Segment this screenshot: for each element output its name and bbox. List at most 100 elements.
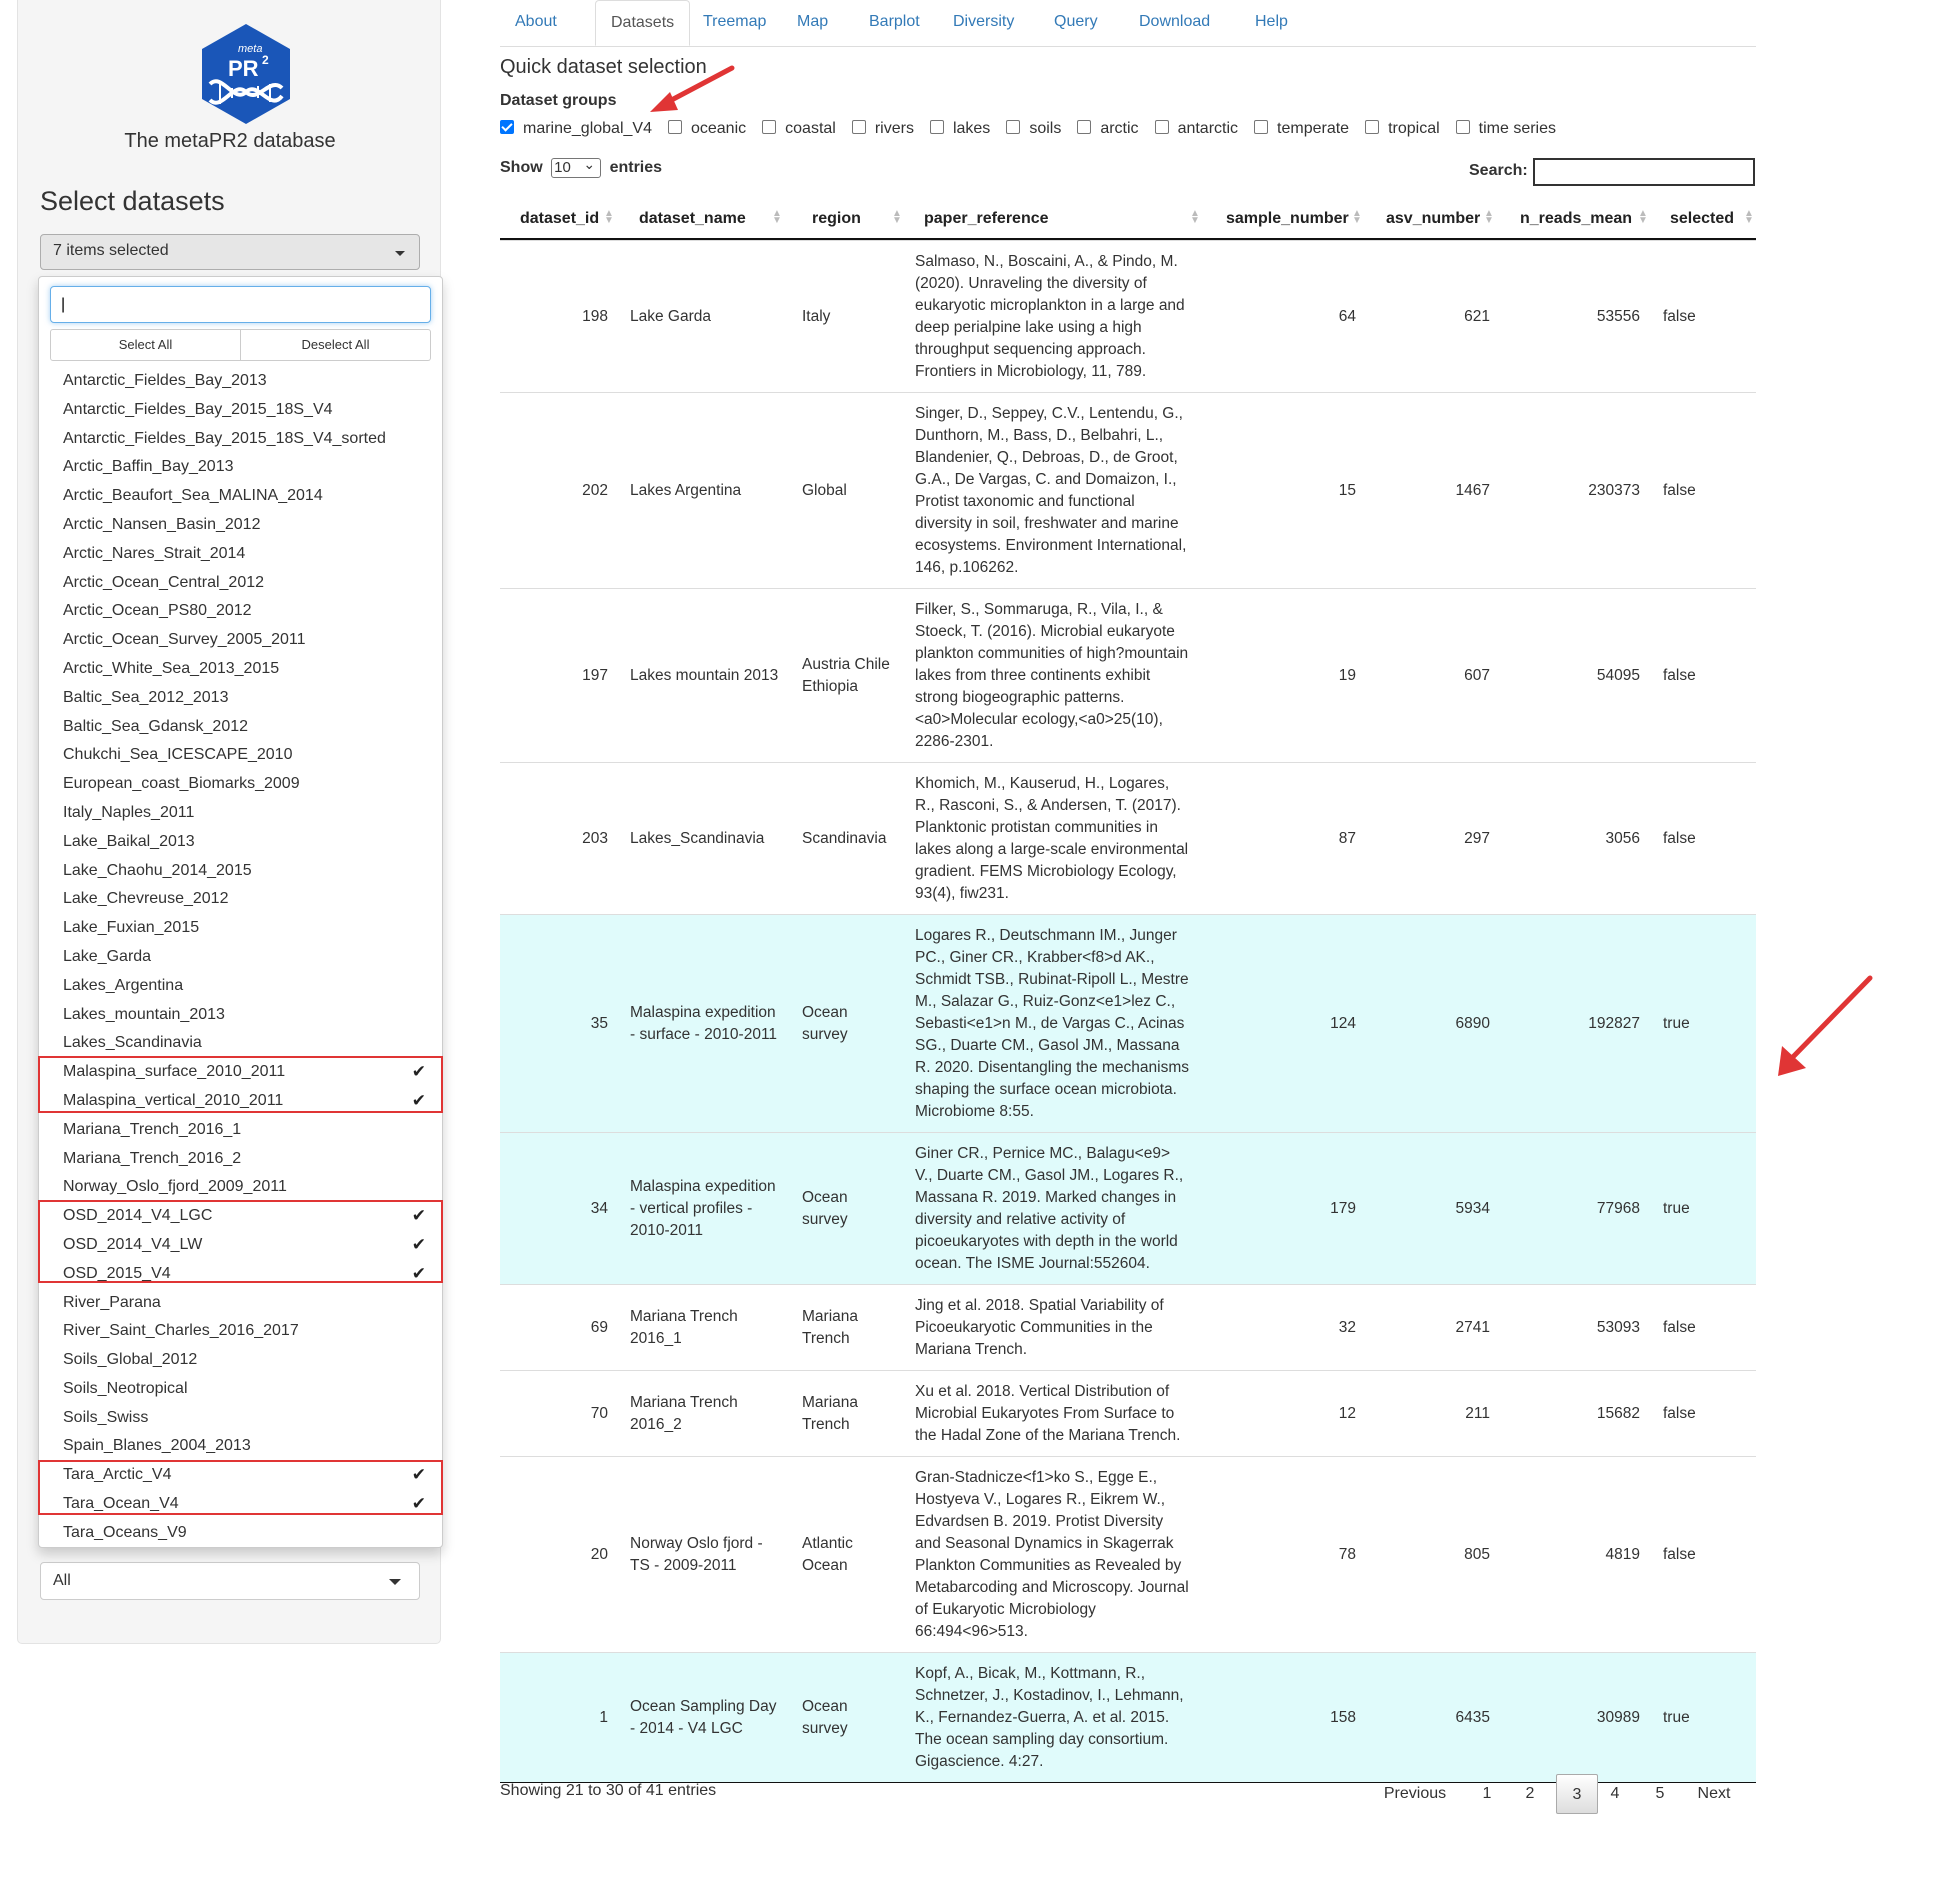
tab-about[interactable]: About [500,0,572,46]
group-checkbox-item[interactable]: lakes [929,119,990,138]
checkbox[interactable] [762,119,777,134]
dropdown-option[interactable]: Antarctic_Fieldes_Bay_2013 [39,367,442,396]
pagination-1[interactable]: 1 [1472,1774,1502,1814]
checkbox[interactable] [1154,119,1169,134]
tab-query[interactable]: Query [1039,0,1113,46]
dropdown-option[interactable]: Arctic_Beaufort_Sea_MALINA_2014 [39,482,442,511]
dropdown-option[interactable]: Lake_Fuxian_2015 [39,914,442,943]
table-row[interactable]: 69 Mariana Trench 2016_1 Mariana Trench Jing … [500,1284,1756,1370]
dropdown-option[interactable]: Lakes_Scandinavia [39,1029,442,1058]
pagination-2[interactable]: 2 [1515,1774,1545,1814]
column-header-selected[interactable]: selected [1670,198,1734,238]
dropdown-option[interactable]: Tara_Oceans_V9 [39,1519,442,1547]
pagination-4[interactable]: 4 [1600,1774,1630,1814]
dropdown-search-input[interactable] [50,286,431,323]
column-header-paper-reference[interactable]: paper_reference [924,198,1049,238]
group-checkbox-item[interactable]: antarctic [1154,119,1238,138]
dropdown-option[interactable]: Arctic_Ocean_Survey_2005_2011 [39,626,442,655]
dropdown-option[interactable]: Lakes_mountain_2013 [39,1001,442,1030]
dropdown-option[interactable]: Mariana_Trench_2016_1 [39,1116,442,1145]
dropdown-option[interactable]: River_Parana [39,1289,442,1318]
dropdown-option[interactable]: Antarctic_Fieldes_Bay_2015_18S_V4 [39,396,442,425]
dropdown-option[interactable]: Antarctic_Fieldes_Bay_2015_18S_V4_sorted [39,425,442,454]
dropdown-option[interactable]: Lake_Chaohu_2014_2015 [39,857,442,886]
checkbox[interactable] [1455,119,1470,134]
table-row[interactable]: 202 Lakes Argentina Global Singer, D., Sepp… [500,392,1756,588]
group-checkbox-item[interactable]: soils [1006,119,1061,138]
tab-download[interactable]: Download [1124,0,1225,46]
dropdown-option[interactable]: Soils_Global_2012 [39,1346,442,1375]
cell-dataset-name: Norway Oslo fjord - TS - 2009-2011 [630,1533,800,1577]
table-row[interactable]: 70 Mariana Trench 2016_2 Mariana Trench Xu et… [500,1370,1756,1456]
pagination-5[interactable]: 5 [1645,1774,1675,1814]
tab-treemap[interactable]: Treemap [688,0,781,46]
dropdown-option[interactable]: Arctic_Nansen_Basin_2012 [39,511,442,540]
tab-datasets[interactable]: Datasets [595,0,691,46]
group-checkbox-item[interactable]: time series [1455,119,1556,138]
checkbox[interactable] [500,119,514,134]
checkbox[interactable] [929,119,944,134]
dropdown-option[interactable]: Lake_Baikal_2013 [39,828,442,857]
column-header-n-reads-mean[interactable]: n_reads_mean [1520,198,1632,238]
group-checkbox-item[interactable]: temperate [1254,119,1349,138]
column-header-region[interactable]: region [812,198,861,238]
tab-diversity[interactable]: Diversity [938,0,1029,46]
dropdown-option[interactable]: Arctic_Ocean_Central_2012 [39,569,442,598]
dropdown-option[interactable]: Mariana_Trench_2016_2 [39,1145,442,1174]
deselect-all-button[interactable]: Deselect All [241,329,431,361]
table-row[interactable]: 1 Ocean Sampling Day - 2014 - V4 LGC Ocean s… [500,1652,1756,1782]
dropdown-option[interactable]: Lakes_Argentina [39,972,442,1001]
group-checkbox-item[interactable]: oceanic [667,119,746,138]
table-row[interactable]: 20 Norway Oslo fjord - TS - 2009-2011 Atlan… [500,1456,1756,1652]
tab-barplot[interactable]: Barplot [854,0,935,46]
group-checkbox-item[interactable]: tropical [1365,119,1440,138]
table-row[interactable]: 203 Lakes_Scandinavia Scandinavia Khomich, … [500,762,1756,914]
table-row[interactable]: 198 Lake Garda Italy Salmaso, N., Boscaini,… [500,240,1756,392]
group-checkbox-item[interactable]: arctic [1077,119,1139,138]
tab-map[interactable]: Map [782,0,843,46]
dropdown-option[interactable]: Baltic_Sea_2012_2013 [39,684,442,713]
group-checkbox-item[interactable]: coastal [762,119,836,138]
checkbox[interactable] [1006,119,1021,134]
dropdown-option[interactable]: Arctic_Nares_Strait_2014 [39,540,442,569]
checkbox[interactable] [1254,119,1269,134]
table-row[interactable]: 35 Malaspina expedition - surface - 2010-2… [500,914,1756,1132]
dropdown-option[interactable]: Lake_Chevreuse_2012 [39,885,442,914]
cell-paper-reference-line: lakes from three continents exhibit [915,667,1151,684]
dropdown-option[interactable]: Lake_Garda [39,943,442,972]
dropdown-option[interactable]: Soils_Neotropical [39,1375,442,1404]
checkbox[interactable] [851,119,866,134]
column-header-dataset-id[interactable]: dataset_id [520,198,599,238]
species-select[interactable]: All [40,1562,420,1600]
tab-help[interactable]: Help [1240,0,1303,46]
dropdown-option[interactable]: Baltic_Sea_Gdansk_2012 [39,713,442,742]
dropdown-option[interactable]: European_coast_Biomarks_2009 [39,770,442,799]
group-checkbox-item[interactable]: rivers [851,119,914,138]
dropdown-option[interactable]: Arctic_Baffin_Bay_2013 [39,453,442,482]
group-checkbox-item[interactable]: marine_global_V4 [500,119,652,138]
pagination-next[interactable]: Next [1686,1774,1742,1814]
checkbox[interactable] [1077,119,1092,134]
pagination-previous[interactable]: Previous [1370,1774,1460,1814]
dropdown-option[interactable]: River_Saint_Charles_2016_2017 [39,1317,442,1346]
dropdown-option[interactable]: Arctic_Ocean_PS80_2012 [39,597,442,626]
dropdown-option[interactable]: Chukchi_Sea_ICESCAPE_2010 [39,741,442,770]
checkbox[interactable] [667,119,682,134]
column-header-asv-number[interactable]: asv_number [1386,198,1480,238]
page-length-select[interactable]: 10 [551,155,602,178]
dropdown-option[interactable]: Soils_Swiss [39,1404,442,1433]
column-header-dataset-name[interactable]: dataset_name [639,198,746,238]
checkbox[interactable] [1365,119,1380,134]
dropdown-option[interactable]: Arctic_White_Sea_2013_2015 [39,655,442,684]
pagination-3[interactable]: 3 [1556,1774,1598,1814]
annotation-arrow-groups [650,65,735,112]
column-header-sample-number[interactable]: sample_number [1226,198,1349,238]
select-all-button[interactable]: Select All [50,329,241,361]
dropdown-option[interactable]: Norway_Oslo_fjord_2009_2011 [39,1173,442,1202]
table-row[interactable]: 197 Lakes mountain 2013 Austria Chile Ethio… [500,588,1756,762]
dropdown-option[interactable]: Spain_Blanes_2004_2013 [39,1432,442,1461]
dropdown-option[interactable]: Italy_Naples_2011 [39,799,442,828]
datasets-multiselect-button[interactable]: 7 items selected [40,234,420,270]
table-search-input[interactable] [1533,158,1755,186]
table-row[interactable]: 34 Malaspina expedition - vertical profile… [500,1132,1756,1284]
